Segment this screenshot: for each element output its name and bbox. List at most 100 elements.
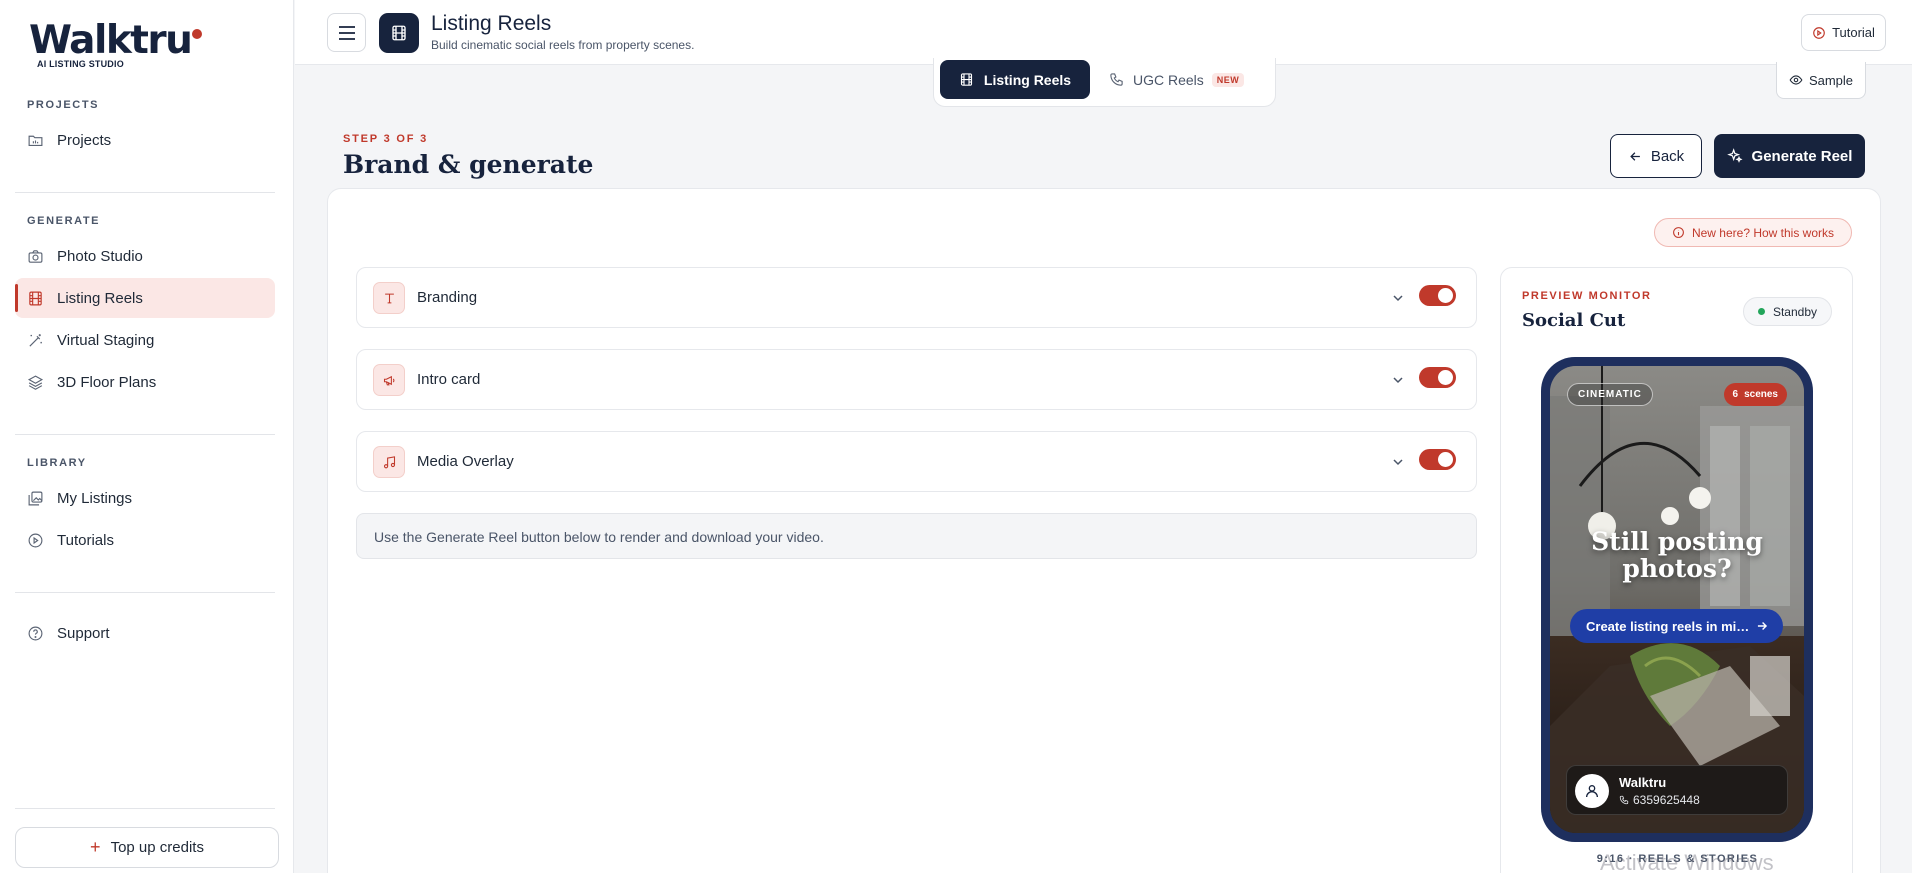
gallery-icon bbox=[28, 491, 43, 505]
agent-phone-number: 6359625448 bbox=[1633, 793, 1700, 807]
back-button[interactable]: Back bbox=[1610, 134, 1702, 178]
sample-button[interactable]: Sample bbox=[1776, 62, 1866, 99]
row-label: Branding bbox=[417, 289, 478, 306]
tab-ugc-reels[interactable]: UGC Reels NEW bbox=[1109, 60, 1245, 99]
sidebar-item-label: Virtual Staging bbox=[57, 331, 155, 349]
brand-logo[interactable]: Walktru AI LISTING STUDIO bbox=[29, 20, 203, 69]
row-label: Media Overlay bbox=[417, 453, 514, 470]
magic-wand-icon bbox=[29, 333, 42, 347]
chevron-down-icon[interactable] bbox=[1392, 292, 1404, 304]
branding-toggle[interactable] bbox=[1419, 285, 1456, 306]
windows-activation-watermark: Activate Windows bbox=[1600, 850, 1774, 873]
brand-dot bbox=[192, 29, 203, 39]
text-icon bbox=[384, 293, 394, 303]
film-icon bbox=[392, 25, 406, 41]
headline-line-2: photos? bbox=[1622, 554, 1732, 583]
status-dot bbox=[1757, 308, 1765, 315]
layers-icon bbox=[27, 374, 44, 390]
media-overlay-toggle[interactable] bbox=[1419, 449, 1456, 470]
agent-card: Walktru 6359625448 bbox=[1566, 765, 1788, 815]
sidebar-item-my-listings[interactable]: My Listings bbox=[15, 478, 275, 518]
generate-label: Generate Reel bbox=[1751, 147, 1853, 165]
new-badge: NEW bbox=[1211, 72, 1245, 87]
eye-icon bbox=[1789, 75, 1803, 85]
sidebar-item-3d-floor-plans[interactable]: 3D Floor Plans bbox=[15, 362, 275, 402]
reel-preview-screen[interactable]: CINEMATIC 6 scenes Still posting photos?… bbox=[1550, 366, 1804, 833]
tutorial-button[interactable]: Tutorial bbox=[1801, 14, 1886, 51]
sidebar-item-listing-reels[interactable]: Listing Reels bbox=[15, 278, 275, 318]
back-label: Back bbox=[1650, 147, 1685, 165]
scene-count-chip: 6 scenes bbox=[1723, 383, 1787, 406]
tab-listing-reels[interactable]: Listing Reels bbox=[940, 60, 1090, 99]
tab-label: UGC Reels bbox=[1133, 71, 1204, 88]
top-up-credits-button[interactable]: + Top up credits bbox=[15, 827, 279, 868]
sidebar-item-tutorials[interactable]: Tutorials bbox=[15, 520, 275, 560]
how-this-works-button[interactable]: New here? How this works bbox=[1654, 218, 1852, 247]
section-label-library: LIBRARY bbox=[27, 457, 87, 469]
play-circle-icon bbox=[28, 533, 43, 547]
reel-headline: Still posting photos? bbox=[1550, 528, 1804, 582]
interior-scene-image bbox=[1550, 366, 1804, 833]
sample-label: Sample bbox=[1808, 72, 1854, 88]
chevron-down-icon[interactable] bbox=[1392, 374, 1404, 386]
preview-label: PREVIEW MONITOR bbox=[1522, 290, 1652, 302]
sidebar-item-projects[interactable]: Projects bbox=[15, 120, 275, 160]
phone-mockup: CINEMATIC 6 scenes Still posting photos?… bbox=[1541, 357, 1813, 842]
phone-icon bbox=[1619, 795, 1629, 805]
chevron-down-icon[interactable] bbox=[1392, 456, 1404, 468]
phone-icon bbox=[1110, 73, 1123, 86]
media-overlay-section[interactable]: Media Overlay bbox=[356, 431, 1477, 492]
row-label: Intro card bbox=[417, 371, 481, 388]
row-icon bbox=[373, 364, 405, 396]
arrow-right-icon bbox=[1757, 622, 1768, 630]
sidebar-divider bbox=[15, 434, 275, 435]
branding-section[interactable]: Branding bbox=[356, 267, 1477, 328]
intro-card-section[interactable]: Intro card bbox=[356, 349, 1477, 410]
preview-monitor: PREVIEW MONITOR Social Cut Standby CINEM… bbox=[1500, 267, 1853, 873]
sidebar-item-label: Projects bbox=[57, 131, 112, 149]
agent-name: Walktru bbox=[1619, 775, 1667, 790]
film-icon bbox=[29, 291, 42, 305]
help-circle-icon bbox=[28, 626, 43, 640]
page-title: Listing Reels bbox=[431, 12, 552, 35]
reel-cta-button[interactable]: Create listing reels in minutes bbox=[1570, 609, 1783, 643]
intro-card-toggle[interactable] bbox=[1419, 367, 1456, 388]
sparkles-icon bbox=[1726, 148, 1743, 163]
step-title: Brand & generate bbox=[343, 150, 594, 179]
user-icon bbox=[1586, 785, 1598, 798]
sidebar-item-virtual-staging[interactable]: Virtual Staging bbox=[15, 320, 275, 360]
scene-count: 6 bbox=[1732, 389, 1739, 400]
listing-reels-app-icon bbox=[379, 13, 419, 53]
row-icon bbox=[373, 446, 405, 478]
info-icon bbox=[1673, 227, 1684, 238]
menu-button[interactable] bbox=[327, 13, 366, 52]
scene-word: scenes bbox=[1744, 389, 1778, 400]
hamburger-icon bbox=[338, 25, 355, 40]
headline-line-1: Still posting bbox=[1591, 527, 1763, 556]
section-label-generate: GENERATE bbox=[27, 215, 101, 227]
generate-reel-button[interactable]: Generate Reel bbox=[1714, 134, 1865, 178]
sidebar-item-label: My Listings bbox=[57, 489, 133, 507]
sidebar: Walktru AI LISTING STUDIO PROJECTS Proje… bbox=[0, 0, 294, 873]
tab-label: Listing Reels bbox=[983, 71, 1072, 88]
cta-label: Create listing reels in minutes bbox=[1586, 618, 1751, 634]
row-icon bbox=[373, 282, 405, 314]
sidebar-item-photo-studio[interactable]: Photo Studio bbox=[15, 236, 275, 276]
top-header: Listing Reels Build cinematic social ree… bbox=[295, 0, 1912, 65]
section-label-projects: PROJECTS bbox=[27, 99, 100, 111]
sidebar-divider bbox=[15, 592, 275, 593]
sidebar-divider bbox=[15, 808, 275, 809]
sidebar-item-label: Photo Studio bbox=[57, 247, 143, 265]
page-subtitle: Build cinematic social reels from proper… bbox=[431, 38, 695, 52]
camera-icon bbox=[28, 249, 43, 263]
status-badge: Standby bbox=[1743, 297, 1832, 326]
avatar bbox=[1575, 774, 1609, 808]
step-indicator: STEP 3 OF 3 bbox=[343, 133, 429, 145]
plus-icon: + bbox=[90, 837, 101, 857]
sidebar-item-support[interactable]: Support bbox=[15, 613, 275, 653]
megaphone-icon bbox=[383, 375, 394, 385]
sidebar-item-label: 3D Floor Plans bbox=[57, 373, 157, 391]
reel-mode-tabs: Listing Reels UGC Reels NEW bbox=[933, 58, 1276, 107]
generate-hint: Use the Generate Reel button below to re… bbox=[356, 513, 1477, 559]
music-icon bbox=[383, 455, 395, 468]
